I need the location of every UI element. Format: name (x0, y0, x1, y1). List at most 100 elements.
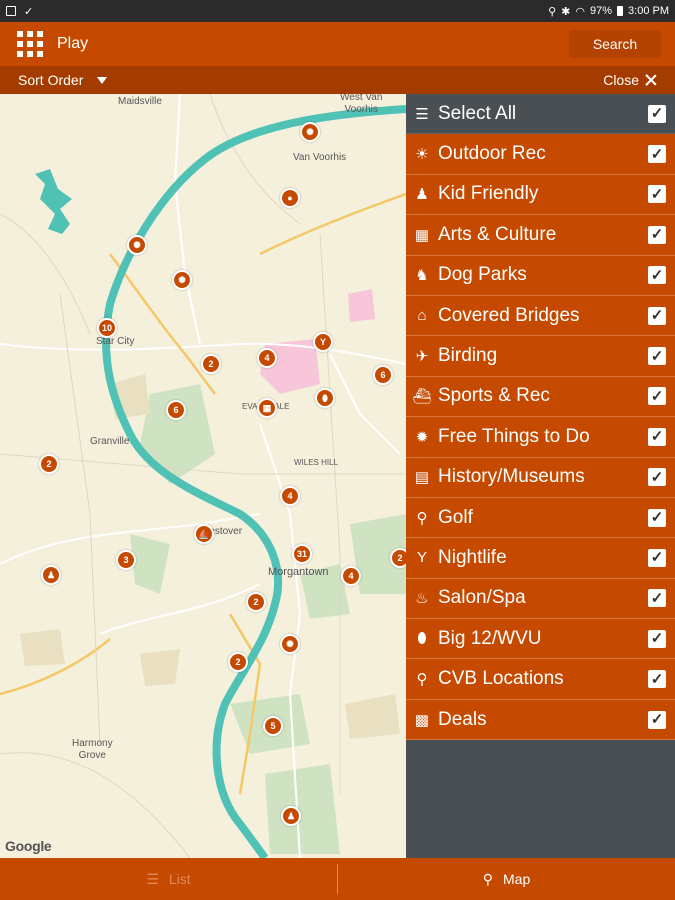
category-nightlife[interactable]: Y Nightlife ✓ (406, 538, 675, 579)
category-checkbox[interactable]: ✓ (648, 670, 666, 689)
map-cluster-marker[interactable]: 4 (280, 486, 300, 506)
category-big12-wvu[interactable]: ⬮ Big 12/WVU ✓ (406, 619, 675, 660)
tab-map-label: Map (503, 871, 531, 887)
category-covered-bridges[interactable]: ⌂ Covered Bridges ✓ (406, 295, 675, 337)
map-label-maidsville: Maidsville (118, 96, 162, 107)
app-menu-grid-icon[interactable] (17, 31, 43, 57)
category-checkbox[interactable]: ✓ (648, 185, 666, 204)
map-marker-arts[interactable]: ▦ (257, 398, 277, 418)
category-outdoor-rec[interactable]: ☀ Outdoor Rec ✓ (406, 134, 675, 175)
sort-order-dropdown[interactable]: Sort Order (18, 72, 108, 88)
close-filter-button[interactable]: Close (603, 72, 657, 88)
category-free-things[interactable]: ✹ Free Things to Do ✓ (406, 417, 675, 458)
status-bar: ✓ ⚲ ✱ ◠ 97% 3:00 PM (0, 0, 675, 22)
deals-icon: ▩ (414, 711, 430, 729)
sort-bar: Sort Order Close (0, 66, 675, 94)
map-cluster-marker[interactable]: 2 (228, 652, 248, 672)
check-notification-icon: ✓ (24, 5, 34, 18)
map-cluster-marker[interactable]: 6 (166, 400, 186, 420)
category-deals[interactable]: ▩ Deals ✓ (406, 699, 675, 741)
category-checkbox[interactable]: ✓ (648, 145, 666, 164)
category-label: Covered Bridges (438, 304, 580, 326)
battery-icon (617, 6, 624, 16)
map-marker-kid[interactable]: ♟ (281, 806, 301, 826)
map-marker-nightlife[interactable]: Y (313, 332, 333, 352)
map-marker-outdoor[interactable]: ✺ (280, 634, 300, 654)
category-label: Birding (438, 345, 498, 367)
map-cluster-marker[interactable]: 2 (201, 354, 221, 374)
map-cluster-marker[interactable]: 10 (97, 318, 117, 338)
kid-icon: ♟ (415, 186, 429, 204)
category-label: CVB Locations (438, 668, 564, 690)
dog-icon: ♞ (415, 267, 429, 285)
map-marker-outdoor[interactable]: ✺ (300, 122, 320, 142)
category-checkbox[interactable]: ✓ (648, 306, 666, 325)
category-cvb-locations[interactable]: ⚲ CVB Locations ✓ (406, 659, 675, 700)
close-icon (645, 74, 657, 86)
category-sports-rec[interactable]: ⛴ Sports & Rec ✓ (406, 376, 675, 418)
category-label: Nightlife (438, 546, 507, 568)
map-cluster-marker[interactable]: 4 (341, 566, 361, 586)
category-history-museums[interactable]: ▤ History/Museums ✓ (406, 457, 675, 498)
category-checkbox[interactable]: ✓ (648, 508, 666, 527)
search-button[interactable]: Search (569, 30, 661, 58)
spa-icon: ♨ (415, 590, 429, 608)
category-checkbox[interactable]: ✓ (648, 710, 666, 729)
category-label: Golf (438, 506, 473, 528)
category-checkbox[interactable]: ✓ (648, 548, 666, 567)
list-icon: ☰ (146, 870, 159, 887)
bird-icon: ✈ (415, 348, 429, 366)
map-marker-sports[interactable]: ⛵ (194, 524, 214, 544)
clock: 3:00 PM (628, 5, 669, 17)
category-checkbox[interactable]: ✓ (648, 629, 666, 648)
select-all-row[interactable]: ☰ Select All ✓ (406, 94, 675, 135)
category-kid-friendly[interactable]: ♟ Kid Friendly ✓ (406, 174, 675, 216)
map-marker-free[interactable]: ● (280, 188, 300, 208)
photo-notification-icon (6, 6, 16, 16)
map-marker-outdoor[interactable]: ✺ (127, 235, 147, 255)
sort-order-label: Sort Order (18, 72, 84, 88)
category-salon-spa[interactable]: ♨ Salon/Spa ✓ (406, 578, 675, 620)
tab-list-label: List (168, 871, 191, 887)
category-arts-culture[interactable]: ▦ Arts & Culture ✓ (406, 215, 675, 256)
map-cluster-marker[interactable]: 6 (373, 365, 393, 385)
category-checkbox[interactable]: ✓ (648, 387, 666, 406)
map-pin-icon: ⚲ (482, 870, 494, 887)
free-icon: ✹ (415, 428, 429, 446)
map-view[interactable]: Maidsville West Van Voorhis Van Voorhis … (0, 94, 406, 858)
select-all-checkbox[interactable]: ✓ (648, 104, 666, 123)
map-cluster-marker[interactable]: 5 (263, 716, 283, 736)
theater-icon: ▦ (414, 226, 430, 244)
location-icon: ⚲ (548, 5, 557, 18)
tab-list[interactable]: ☰ List (0, 858, 337, 900)
category-birding[interactable]: ✈ Birding ✓ (406, 336, 675, 377)
map-cluster-marker[interactable]: 3 (116, 550, 136, 570)
category-checkbox[interactable]: ✓ (648, 589, 666, 608)
category-golf[interactable]: ⚲ Golf ✓ (406, 497, 675, 539)
football-icon: ⬮ (417, 630, 427, 648)
cocktail-icon: Y (416, 549, 427, 567)
app-bar: Play Search (0, 22, 675, 66)
checklist-icon: ☰ (415, 105, 429, 123)
close-label: Close (603, 72, 639, 88)
map-marker-outdoor[interactable]: ✺ (172, 270, 192, 290)
category-label: Big 12/WVU (438, 627, 542, 649)
category-checkbox[interactable]: ✓ (648, 427, 666, 446)
category-checkbox[interactable]: ✓ (648, 468, 666, 487)
map-marker-kid[interactable]: ♟ (41, 565, 61, 585)
category-label: Deals (438, 708, 487, 730)
map-cluster-marker[interactable]: 2 (390, 548, 406, 568)
map-cluster-marker[interactable]: 2 (246, 592, 266, 612)
map-label-west-van-voorhis: West Van Voorhis (340, 94, 383, 115)
select-all-label: Select All (438, 102, 517, 124)
category-dog-parks[interactable]: ♞ Dog Parks ✓ (406, 255, 675, 296)
map-cluster-marker[interactable]: 4 (257, 348, 277, 368)
map-cluster-marker[interactable]: 31 (292, 544, 312, 564)
category-checkbox[interactable]: ✓ (648, 225, 666, 244)
map-marker-football[interactable]: ⬮ (315, 388, 335, 408)
category-checkbox[interactable]: ✓ (648, 347, 666, 366)
category-filter-panel: ☰ Select All ✓ ☀ Outdoor Rec ✓ ♟ Kid Fri… (406, 94, 675, 858)
category-checkbox[interactable]: ✓ (648, 266, 666, 285)
map-cluster-marker[interactable]: 2 (39, 454, 59, 474)
tab-map[interactable]: ⚲ Map (338, 858, 675, 900)
